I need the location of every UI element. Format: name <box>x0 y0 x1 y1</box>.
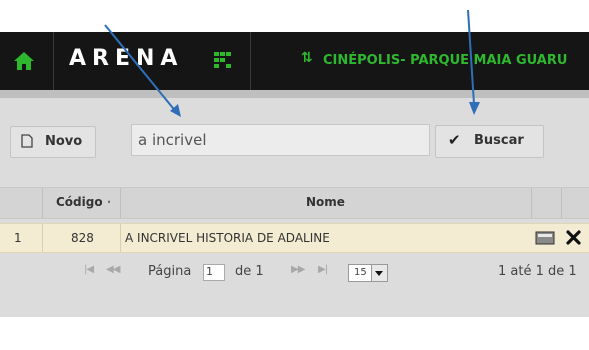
annotation-arrows <box>104 9 480 117</box>
annotation-arrow-search <box>104 24 178 114</box>
annotation-arrowhead-buscar <box>469 102 480 115</box>
annotation-arrow-buscar <box>467 9 475 105</box>
